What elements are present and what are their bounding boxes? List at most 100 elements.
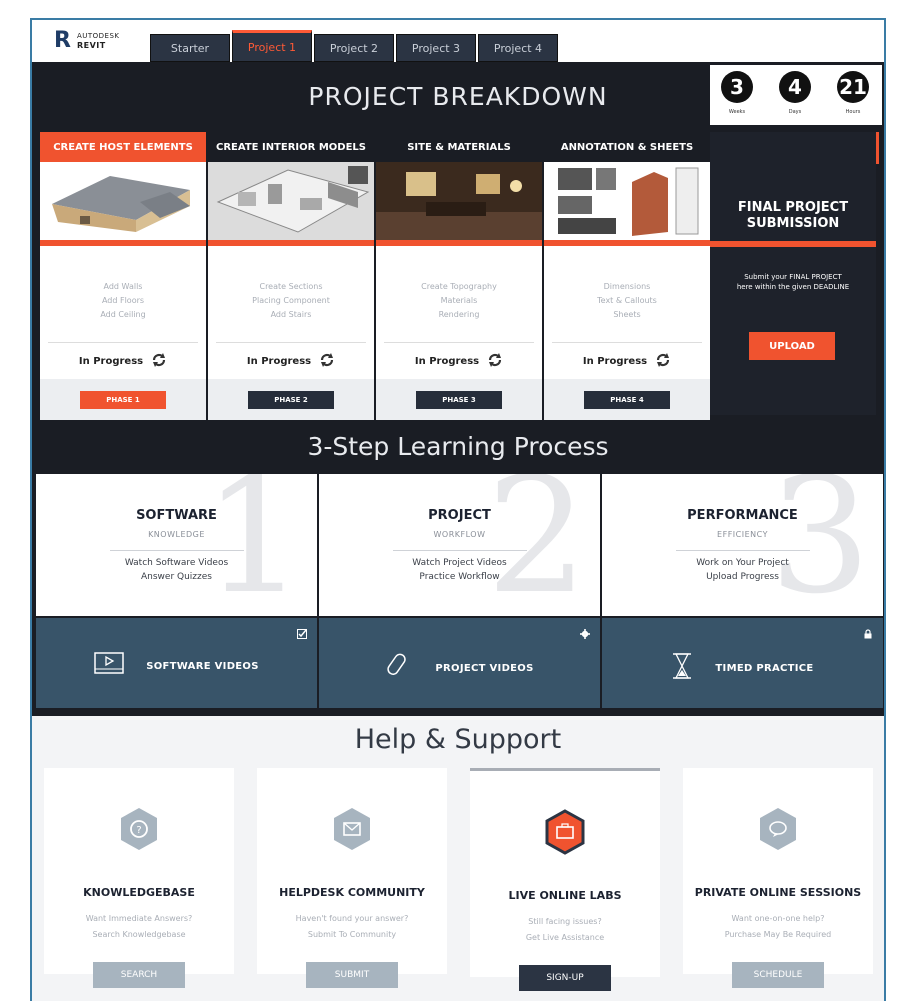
project-videos-tile[interactable]: PROJECT VIDEOS: [319, 618, 600, 708]
card-title: PRIVATE ONLINE SESSIONS: [694, 886, 862, 899]
card-title: HELPDESK COMMUNITY: [279, 886, 425, 899]
paperclip-icon: [385, 652, 413, 684]
final-submission-panel: FINAL PROJECT SUBMISSION Submit your FIN…: [710, 132, 876, 415]
tab-project-4[interactable]: Project 4: [478, 34, 558, 62]
task-item: Materials: [440, 296, 478, 305]
phase-3-button[interactable]: PHASE 3: [416, 390, 502, 409]
upload-button[interactable]: UPLOAD: [749, 332, 835, 360]
final-instructions: Submit your FINAL PROJECT here within th…: [736, 273, 850, 291]
sign-up-button[interactable]: SIGN-UP: [519, 965, 611, 991]
step-subtitle: EFFICIENCY: [717, 530, 768, 539]
refresh-icon[interactable]: [151, 352, 167, 371]
project-breakdown-section: PROJECT BREAKDOWN 3 Weeks 4 Days 21 Hour…: [32, 62, 884, 716]
timer-days: 4 Days: [772, 71, 818, 115]
scrollbar-thumb[interactable]: [876, 132, 879, 164]
step-card-2: 2 PROJECT WORKFLOW Watch Project Videos …: [319, 474, 600, 616]
step-number: 3: [769, 474, 871, 616]
phase-card-2: CREATE INTERIOR MODELS Create Sections P…: [208, 132, 374, 420]
phase-card-4: ANNOTATION & SHEETS Dimensions Text & Ca…: [544, 132, 710, 420]
chat-icon: [757, 806, 799, 856]
phase-title[interactable]: CREATE HOST ELEMENTS: [40, 132, 206, 162]
card-text: Want one-on-one help?: [731, 914, 825, 923]
task-item: Dimensions: [603, 282, 651, 291]
phase-status: In Progress: [208, 343, 374, 379]
step-number: 1: [203, 474, 305, 616]
submit-button[interactable]: SUBMIT: [306, 962, 398, 988]
phase-2-button[interactable]: PHASE 2: [248, 390, 334, 409]
video-label: PROJECT VIDEOS: [435, 662, 534, 674]
software-videos-tile[interactable]: SOFTWARE VIDEOS: [36, 618, 317, 708]
search-button[interactable]: SEARCH: [93, 962, 185, 988]
task-item: Add Walls: [103, 282, 143, 291]
step-item: Answer Quizzes: [141, 572, 212, 582]
hourglass-icon: [671, 652, 693, 684]
final-title: FINAL PROJECT SUBMISSION: [737, 200, 849, 231]
phase-title[interactable]: ANNOTATION & SHEETS: [544, 132, 710, 162]
card-text: Haven't found your answer?: [295, 914, 409, 923]
card-text: Want Immediate Answers?: [85, 914, 193, 923]
task-item: Add Floors: [101, 296, 145, 305]
card-text: Submit To Community: [307, 930, 397, 939]
revit-logo: R AUTODESK REVIT: [54, 30, 120, 52]
lock-icon: [863, 624, 873, 643]
tab-project-3[interactable]: Project 3: [396, 34, 476, 62]
briefcase-icon: [544, 809, 586, 859]
tab-project-2[interactable]: Project 2: [314, 34, 394, 62]
step-item: Work on Your Project: [696, 558, 789, 568]
house-model-image: [40, 162, 206, 240]
step-item: Watch Software Videos: [124, 558, 229, 568]
video-label: SOFTWARE VIDEOS: [146, 660, 259, 672]
top-bar: R AUTODESK REVIT Starter Project 1 Proje…: [32, 20, 884, 62]
timer-days-value: 4: [779, 71, 811, 103]
status-text: In Progress: [582, 355, 648, 367]
help-title: Help & Support: [354, 724, 562, 755]
task-item: Create Sections: [259, 282, 323, 291]
logo-mark: R: [54, 28, 71, 53]
envelope-icon: [331, 806, 373, 856]
card-text: Purchase May Be Required: [724, 930, 832, 939]
phase-status: In Progress: [376, 343, 542, 379]
tab-project-1[interactable]: Project 1: [232, 30, 312, 62]
refresh-icon[interactable]: [487, 352, 503, 371]
phase-task-list: Add Walls Add Floors Add Ceiling: [40, 246, 206, 342]
svg-text:?: ?: [136, 825, 141, 836]
refresh-icon[interactable]: [319, 352, 335, 371]
phase-4-button[interactable]: PHASE 4: [584, 390, 670, 409]
phase-status: In Progress: [544, 343, 710, 379]
step-item: Practice Workflow: [419, 572, 500, 582]
divider: [110, 550, 244, 551]
phase-title[interactable]: SITE & MATERIALS: [376, 132, 542, 162]
divider: [393, 550, 527, 551]
support-card-knowledgebase: ? KNOWLEDGEBASE Want Immediate Answers? …: [44, 768, 234, 988]
support-card-live-labs: LIVE ONLINE LABS Still facing issues? Ge…: [470, 768, 660, 991]
timer-weeks-value: 3: [721, 71, 753, 103]
timer-hours-label: Hours: [845, 109, 861, 115]
gear-icon: [580, 624, 590, 643]
support-card-helpdesk: HELPDESK COMMUNITY Haven't found your an…: [257, 768, 447, 988]
schedule-button[interactable]: SCHEDULE: [732, 962, 824, 988]
phase-task-list: Create Sections Placing Component Add St…: [208, 246, 374, 342]
tab-starter[interactable]: Starter: [150, 34, 230, 62]
question-icon: ?: [118, 806, 160, 856]
timed-practice-tile[interactable]: TIMED PRACTICE: [602, 618, 883, 708]
phase-1-button[interactable]: PHASE 1: [80, 390, 166, 409]
phase-status: In Progress: [40, 343, 206, 379]
phase-title[interactable]: CREATE INTERIOR MODELS: [208, 132, 374, 162]
step-item: Watch Project Videos: [412, 558, 507, 568]
timer-weeks-label: Weeks: [728, 109, 746, 115]
checkbox-icon: [297, 624, 307, 643]
card-text: Get Live Assistance: [525, 933, 605, 942]
task-item: Add Stairs: [270, 310, 312, 319]
sheets-image: [544, 162, 710, 240]
divider: [676, 550, 810, 551]
card-text: Still facing issues?: [528, 917, 602, 926]
step-subtitle: WORKFLOW: [433, 530, 486, 539]
task-item: Create Topography: [421, 282, 497, 291]
step-card-1: 1 SOFTWARE KNOWLEDGE Watch Software Vide…: [36, 474, 317, 616]
logo-line2: REVIT: [76, 41, 106, 50]
timer-hours: 21 Hours: [830, 71, 876, 115]
task-item: Text & Callouts: [597, 296, 657, 305]
refresh-icon[interactable]: [655, 352, 671, 371]
timer-hours-value: 21: [837, 71, 869, 103]
card-title: KNOWLEDGEBASE: [83, 886, 195, 899]
